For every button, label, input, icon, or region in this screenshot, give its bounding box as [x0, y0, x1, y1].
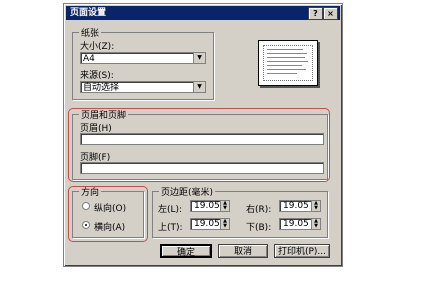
bottom-margin-value: 19.05 — [283, 219, 309, 229]
margins-group-title: 页边距(毫米) — [159, 185, 216, 198]
top-margin-label: 上(T): — [158, 223, 183, 233]
paper-size-label: 大小(Z): — [80, 42, 115, 52]
paper-size-select[interactable]: A4 ▼ — [80, 52, 206, 64]
spinner-icon[interactable]: ▲ ▼ — [311, 219, 320, 229]
chevron-down-icon[interactable]: ▼ — [193, 82, 205, 92]
paper-size-value: A4 — [83, 54, 95, 64]
margin-guide — [263, 45, 313, 81]
page-setup-dialog: 页面设置 ? × 纸张 大小(Z): A4 ▼ 来源(S): 自动选择 ▼ 页眉… — [63, 3, 343, 267]
left-margin-value: 19.05 — [194, 201, 220, 211]
top-margin-input[interactable]: 19.05 ▲ ▼ — [190, 218, 230, 230]
paper-source-value: 自动选择 — [83, 83, 120, 93]
ok-button[interactable]: 确定 — [160, 244, 212, 258]
chevron-down-icon[interactable]: ▼ — [193, 53, 205, 63]
paper-source-select[interactable]: 自动选择 ▼ — [80, 81, 206, 93]
orientation-highlight — [68, 186, 148, 242]
right-margin-value: 19.05 — [283, 201, 309, 211]
page-preview — [252, 36, 324, 92]
paper-group-title: 纸张 — [79, 26, 102, 39]
right-margin-input[interactable]: 19.05 ▲ ▼ — [279, 200, 321, 212]
page-preview-sheet — [258, 40, 318, 86]
spinner-icon[interactable]: ▲ ▼ — [220, 219, 229, 229]
top-margin-value: 19.05 — [194, 219, 220, 229]
paper-source-label: 来源(S): — [80, 71, 114, 81]
header-footer-highlight — [68, 108, 330, 182]
help-button[interactable]: ? — [308, 7, 323, 20]
spinner-icon[interactable]: ▲ ▼ — [311, 201, 320, 211]
bottom-margin-label: 下(B): — [246, 223, 272, 233]
left-margin-input[interactable]: 19.05 ▲ ▼ — [190, 200, 230, 212]
right-margin-label: 右(R): — [246, 205, 272, 215]
close-button[interactable]: × — [323, 7, 338, 20]
dialog-title: 页面设置 — [70, 8, 107, 18]
cancel-button[interactable]: 取消 — [218, 244, 268, 258]
spinner-icon[interactable]: ▲ ▼ — [220, 201, 229, 211]
left-margin-label: 左(L): — [158, 205, 183, 215]
title-bar: 页面设置 ? × — [66, 6, 340, 20]
printer-button[interactable]: 打印机(P)... — [274, 244, 330, 258]
bottom-margin-input[interactable]: 19.05 ▲ ▼ — [279, 218, 321, 230]
